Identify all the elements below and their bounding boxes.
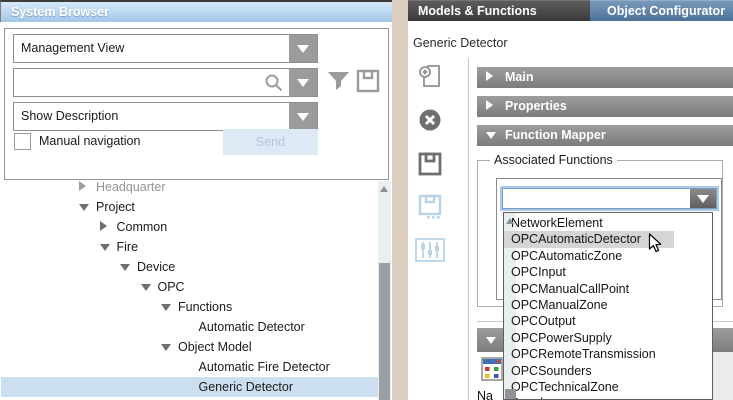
selected-object-title: Generic Detector [413, 36, 507, 50]
hidden-section-partial-label: Na [477, 389, 493, 400]
right-tabbar: Models & Functions Object Configurator [408, 0, 733, 21]
tree-item-automatic-detector[interactable]: Automatic Detector [1, 317, 378, 337]
function-combobox[interactable] [500, 186, 719, 211]
send-button[interactable]: Send [223, 129, 318, 155]
search-dropdown-button[interactable] [289, 69, 317, 96]
hidden-section-content [713, 352, 733, 400]
function-dropdown-popup: NetworkElementOPCAutomaticDetectorOPCAut… [503, 212, 713, 400]
delete-icon[interactable] [418, 108, 442, 135]
tab-object-configurator[interactable]: Object Configurator [590, 0, 733, 21]
section-collapsed-icon[interactable] [486, 67, 505, 88]
search-icon[interactable] [264, 73, 284, 96]
section-label: Function Mapper [505, 125, 606, 146]
tree-item-label: Device [137, 257, 175, 277]
save-filter-icon[interactable] [356, 69, 380, 96]
tree-expanded-icon[interactable] [161, 297, 178, 317]
tree-expanded-icon[interactable] [120, 257, 137, 277]
system-tree: HeadquarterProjectCommonFireDeviceOPCFun… [1, 181, 378, 400]
tree-expanded-icon[interactable] [161, 337, 178, 357]
search-input[interactable] [13, 68, 318, 97]
section-label: Properties [505, 96, 567, 117]
tree-item-label: Project [96, 197, 135, 217]
tree-item-label: Object Model [178, 337, 252, 357]
dropdown-item-opcmanualzone[interactable]: OPCManualZone [504, 297, 712, 313]
tree-item-automatic-fire-detector[interactable]: Automatic Fire Detector [1, 357, 378, 377]
dropdown-item-opcmanualcallpoint[interactable]: OPCManualCallPoint [504, 281, 712, 297]
description-selector-combobox[interactable]: Show Description [13, 102, 318, 131]
browser-controls-box: Management View Show Description Manual … [4, 28, 389, 180]
dropdown-scrollbar-thumb[interactable] [505, 389, 516, 399]
tree-expanded-icon[interactable] [141, 277, 158, 297]
tree-item-label: Automatic Fire Detector [199, 357, 330, 377]
models-functions-panel: Models & Functions Object Configurator G… [408, 0, 733, 400]
object-table-icon[interactable] [481, 355, 503, 388]
view-selector-value: Management View [21, 35, 124, 62]
system-browser-title: System Browser [0, 0, 392, 22]
content-separator [468, 58, 469, 400]
dropdown-item-opcinput[interactable]: OPCInput [504, 264, 712, 280]
tree-expanded-icon[interactable] [79, 197, 96, 217]
system-browser-panel: System Browser Management View Show Desc… [0, 0, 392, 400]
mouse-cursor [648, 233, 662, 257]
dropdown-item-opcremotetransmission[interactable]: OPCRemoteTransmission [504, 346, 712, 362]
associated-functions-label: Associated Functions [490, 153, 617, 167]
tree-item-label: Functions [178, 297, 232, 317]
description-selector-value: Show Description [21, 103, 118, 130]
tab-models-and-functions[interactable]: Models & Functions [408, 0, 590, 21]
section-label: Main [505, 67, 533, 88]
dropdown-item-panel[interactable]: Panel [504, 395, 712, 400]
section-header-function-mapper[interactable]: Function Mapper [477, 125, 733, 146]
tree-collapsed-icon[interactable] [100, 217, 117, 237]
tree-item-label: Common [117, 217, 168, 237]
tree-scrollbar[interactable] [378, 181, 391, 400]
manual-navigation-label: Manual navigation [39, 133, 140, 150]
new-document-icon[interactable] [418, 64, 442, 91]
chevron-down-icon [297, 113, 309, 121]
tree-item-headquarter[interactable]: Headquarter [1, 181, 378, 197]
section-collapsed-icon[interactable] [486, 96, 505, 117]
tree-item-label: Automatic Detector [199, 317, 305, 337]
dropdown-item-opcpowersupply[interactable]: OPCPowerSupply [504, 330, 712, 346]
tree-item-functions[interactable]: Functions [1, 297, 378, 317]
function-combobox-dropdown-button[interactable] [690, 189, 716, 208]
section-header-main[interactable]: Main [477, 67, 733, 88]
tree-scrollbar-thumb[interactable] [379, 263, 390, 400]
save-icon[interactable] [418, 152, 442, 179]
filter-icon[interactable] [327, 70, 350, 96]
tree-item-fire[interactable]: Fire [1, 237, 378, 257]
panel-divider[interactable] [392, 0, 408, 400]
tune-sliders-icon[interactable] [415, 238, 445, 265]
tree-item-object-model[interactable]: Object Model [1, 337, 378, 357]
chevron-down-icon [297, 79, 309, 87]
tree-item-common[interactable]: Common [1, 217, 378, 237]
tree-item-label: Headquarter [96, 181, 166, 197]
dropdown-item-opcautomaticzone[interactable]: OPCAutomaticZone [504, 248, 712, 264]
tree-item-device[interactable]: Device [1, 257, 378, 277]
dropdown-item-opcoutput[interactable]: OPCOutput [504, 313, 712, 329]
tree-expanded-icon[interactable] [100, 237, 117, 257]
tree-item-generic-detector[interactable]: Generic Detector [1, 377, 378, 397]
tree-collapsed-icon[interactable] [79, 181, 96, 197]
section-header-properties[interactable]: Properties [477, 96, 733, 117]
tree-item-label: Fire [117, 237, 139, 257]
manual-navigation-checkbox[interactable] [14, 133, 31, 150]
chevron-down-icon [297, 45, 309, 53]
dropdown-item-opctechnicalzone[interactable]: OPCTechnicalZone [504, 379, 712, 395]
chevron-down-icon [697, 195, 709, 203]
tree-item-label: OPC [158, 277, 185, 297]
tree-item-label: Generic Detector [199, 377, 293, 397]
tree-item-opc[interactable]: OPC [1, 277, 378, 297]
dropdown-item-opcsounders[interactable]: OPCSounders [504, 363, 712, 379]
scroll-up-icon[interactable] [380, 186, 388, 192]
view-selector-dropdown-button[interactable] [289, 35, 317, 62]
scroll-up-icon[interactable] [506, 218, 514, 224]
dropdown-item-networkelement[interactable]: NetworkElement [504, 215, 712, 231]
section-expanded-icon[interactable] [486, 125, 505, 146]
description-dropdown-button[interactable] [289, 103, 317, 130]
save-as-icon[interactable] [418, 194, 442, 223]
tree-item-project[interactable]: Project [1, 197, 378, 217]
view-selector-combobox[interactable]: Management View [13, 34, 318, 63]
